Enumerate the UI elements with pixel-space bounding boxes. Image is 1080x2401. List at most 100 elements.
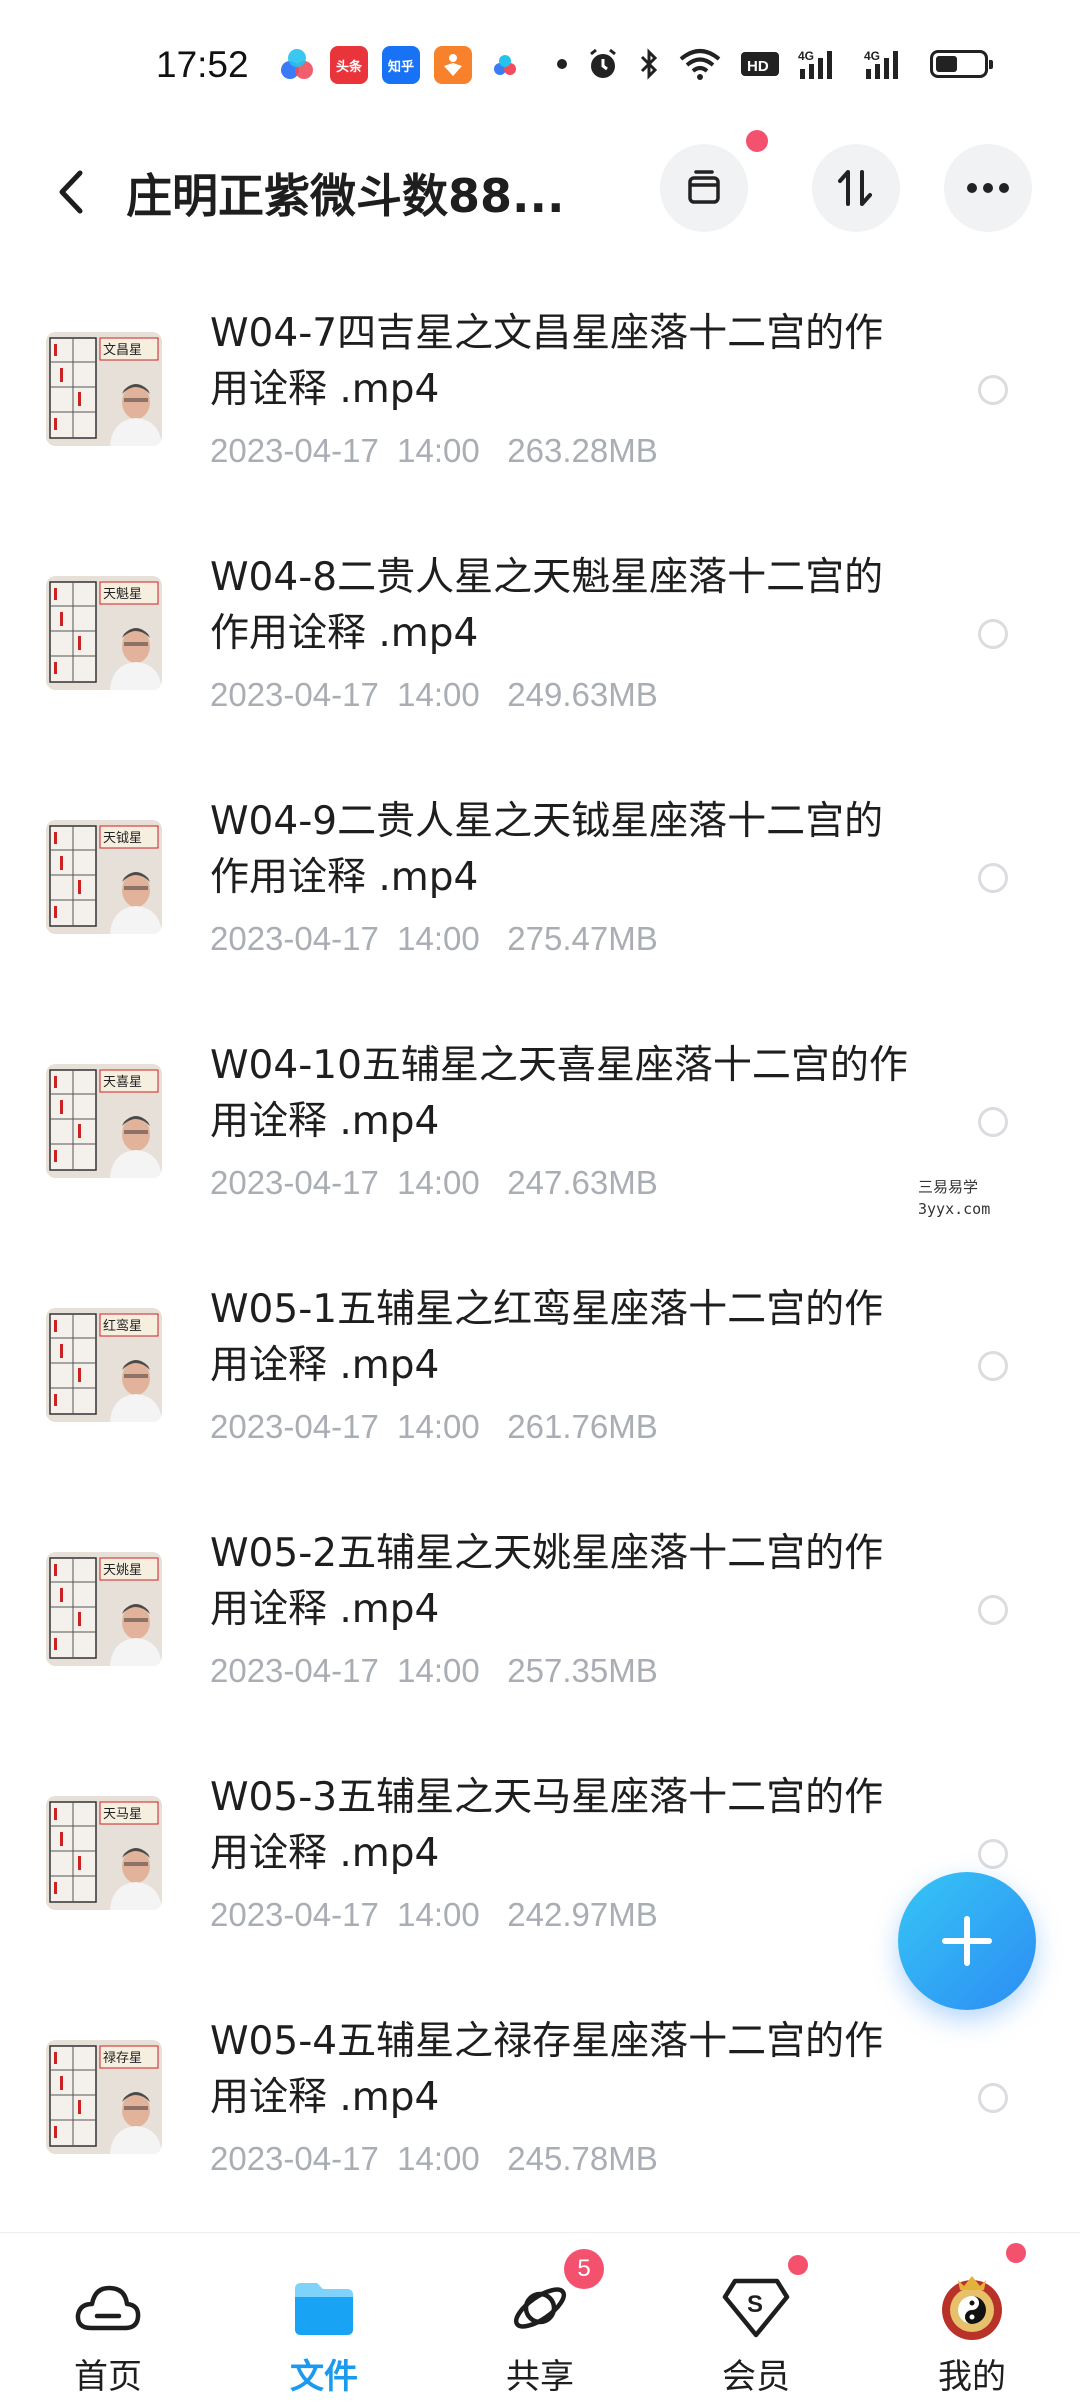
status-app-icons: 头条 知乎: [278, 46, 524, 84]
toutiao-label: 头条: [335, 59, 362, 75]
file-time: 14:00: [397, 432, 480, 469]
select-checkbox[interactable]: [978, 1351, 1008, 1381]
tab-label: 我的: [938, 2357, 1006, 2397]
folder-icon: [284, 2273, 364, 2343]
file-meta: 2023-04-17 14:00 257.35MB: [210, 1652, 658, 1690]
fitness-icon: [434, 46, 472, 84]
file-size: 275.47MB: [507, 920, 658, 957]
wifi-icon: [678, 46, 722, 82]
back-button[interactable]: [48, 164, 94, 220]
video-thumbnail: 天钺星: [46, 820, 162, 934]
video-thumbnail: 天喜星: [46, 1064, 162, 1178]
select-checkbox[interactable]: [978, 2083, 1008, 2113]
bottom-navigation: 首页 文件 5 共享 S 会员 我的: [0, 2232, 1080, 2401]
toutiao-icon: 头条: [330, 46, 368, 84]
home-cloud-icon: [68, 2273, 148, 2343]
chevron-left-icon: [59, 170, 83, 214]
file-time: 14:00: [397, 1408, 480, 1445]
file-time: 14:00: [397, 1896, 480, 1933]
watermark-line1: 三易易学: [918, 1178, 979, 1196]
status-time: 17:52: [156, 44, 249, 85]
share-count-badge: 5: [564, 2249, 604, 2289]
svg-text:S: S: [747, 2291, 763, 2318]
select-checkbox[interactable]: [978, 1595, 1008, 1625]
file-meta: 2023-04-17 14:00 249.63MB: [210, 676, 658, 714]
file-date: 2023-04-17: [210, 920, 379, 957]
file-meta: 2023-04-17 14:00 261.76MB: [210, 1408, 658, 1446]
list-item[interactable]: 天姚星 W05-2五辅星之天姚星座落十二宫的作用诠释 .mp4 2023-04-17…: [0, 1482, 1080, 1726]
tab-label: 共享: [506, 2357, 574, 2397]
tab-files[interactable]: 文件: [216, 2233, 432, 2401]
hd-icon: HD: [740, 46, 780, 82]
watermark-line2: 3yyx.com: [918, 1200, 991, 1218]
thumbnail-caption: 红鸾星: [103, 1318, 142, 1334]
tab-vip[interactable]: S 会员: [648, 2233, 864, 2401]
dot-indicator-icon: [556, 46, 568, 82]
select-checkbox[interactable]: [978, 375, 1008, 405]
list-item[interactable]: 天钺星 W04-9二贵人星之天钺星座落十二宫的作用诠释 .mp4 2023-04-1…: [0, 750, 1080, 994]
more-options-button[interactable]: [944, 144, 1032, 232]
avatar-icon: [932, 2273, 1012, 2343]
transfer-list-button[interactable]: [660, 144, 748, 232]
file-meta: 2023-04-17 14:00 245.78MB: [210, 2140, 658, 2178]
tab-share[interactable]: 5 共享: [432, 2233, 648, 2401]
share-planet-icon: [500, 2273, 580, 2343]
file-meta: 2023-04-17 14:00 242.97MB: [210, 1896, 658, 1934]
file-size: 245.78MB: [507, 2140, 658, 2177]
video-thumbnail: 天魁星: [46, 576, 162, 690]
list-item[interactable]: 红鸾星 W05-1五辅星之红鸾星座落十二宫的作用诠释 .mp4 2023-04-17…: [0, 1238, 1080, 1482]
file-date: 2023-04-17: [210, 1408, 379, 1445]
thumbnail-caption: 天姚星: [103, 1563, 142, 1578]
select-checkbox[interactable]: [978, 863, 1008, 893]
file-date: 2023-04-17: [210, 1652, 379, 1689]
file-time: 14:00: [397, 1652, 480, 1689]
select-checkbox[interactable]: [978, 1107, 1008, 1137]
file-date: 2023-04-17: [210, 2140, 379, 2177]
list-item[interactable]: 天魁星 W04-8二贵人星之天魁星座落十二宫的作用诠释 .mp4 2023-04-1…: [0, 506, 1080, 750]
thumbnail-caption: 天喜星: [103, 1075, 142, 1090]
video-thumbnail: 禄存星: [46, 2040, 162, 2154]
file-date: 2023-04-17: [210, 1896, 379, 1933]
more-dots-icon: [967, 183, 1009, 193]
file-name: W04-9二贵人星之天钺星座落十二宫的作用诠释 .mp4: [210, 799, 884, 900]
file-size: 249.63MB: [507, 676, 658, 713]
me-dot: [1006, 2243, 1026, 2263]
select-checkbox[interactable]: [978, 619, 1008, 649]
battery-level: [936, 56, 957, 72]
file-size: 242.97MB: [507, 1896, 658, 1933]
file-name: W05-3五辅星之天马星座落十二宫的作用诠释 .mp4: [210, 1775, 884, 1876]
file-size: 247.63MB: [507, 1164, 658, 1201]
video-thumbnail: 天姚星: [46, 1552, 162, 1666]
thumbnail-caption: 天魁星: [103, 586, 142, 602]
tab-home[interactable]: 首页: [0, 2233, 216, 2401]
baidu-icon: [278, 46, 316, 84]
video-thumbnail: 文昌星: [46, 332, 162, 446]
sort-arrows-icon: [838, 170, 872, 206]
status-system-icons: HD 4G 4G: [556, 46, 993, 82]
file-name: W05-2五辅星之天姚星座落十二宫的作用诠释 .mp4: [210, 1531, 884, 1632]
bluetooth-icon: [638, 46, 660, 82]
tab-label: 首页: [74, 2357, 142, 2397]
file-size: 261.76MB: [507, 1408, 658, 1445]
add-fab-button[interactable]: [898, 1872, 1036, 2010]
archive-box-icon: [688, 170, 720, 204]
cloud-icon: [486, 46, 524, 84]
battery-icon: [930, 46, 993, 82]
sort-button[interactable]: [812, 144, 900, 232]
file-time: 14:00: [397, 676, 480, 713]
plus-icon: [942, 1916, 992, 1966]
svg-text:HD: HD: [747, 58, 769, 75]
zhihu-label: 知乎: [387, 59, 414, 75]
list-item[interactable]: 禄存星 W05-4五辅星之禄存星座落十二宫的作用诠释 .mp4 2023-04-17…: [0, 1970, 1080, 2214]
zhihu-icon: 知乎: [382, 46, 420, 84]
file-meta: 2023-04-17 14:00 275.47MB: [210, 920, 658, 958]
file-date: 2023-04-17: [210, 676, 379, 713]
file-name: W04-7四吉星之文昌星座落十二宫的作用诠释 .mp4: [210, 311, 884, 412]
file-name: W04-10五辅星之天喜星座落十二宫的作用诠释 .mp4: [210, 1043, 908, 1144]
select-checkbox[interactable]: [978, 1839, 1008, 1869]
list-item[interactable]: 文昌星 W04-7四吉星之文昌星座落十二宫的作用诠释 .mp4 2023-04-17…: [0, 262, 1080, 506]
thumbnail-caption: 文昌星: [103, 343, 142, 358]
notification-dot: [746, 130, 768, 152]
tab-me[interactable]: 我的: [864, 2233, 1080, 2401]
file-name: W05-1五辅星之红鸾星座落十二宫的作用诠释 .mp4: [210, 1287, 884, 1388]
